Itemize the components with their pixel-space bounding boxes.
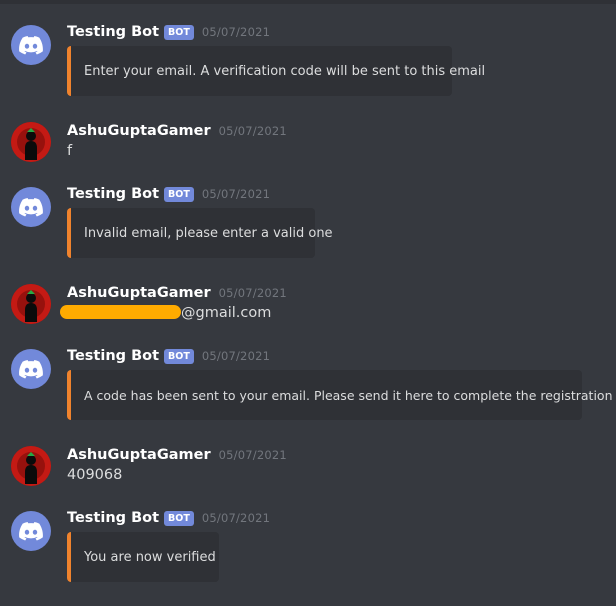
username[interactable]: Testing Bot	[67, 348, 159, 364]
embed-text: A code has been sent to your email. Plea…	[84, 387, 613, 403]
username[interactable]: AshuGuptaGamer	[67, 123, 211, 139]
bot-badge: BOT	[164, 510, 194, 526]
user-avatar-icon[interactable]	[11, 122, 51, 162]
username[interactable]: AshuGuptaGamer	[67, 447, 211, 463]
username[interactable]: Testing Bot	[67, 510, 159, 526]
embed: You are now verified	[67, 532, 219, 582]
username[interactable]: Testing Bot	[67, 186, 159, 202]
message-header: Testing Bot BOT 05/07/2021	[67, 346, 270, 366]
message-header: AshuGuptaGamer 05/07/2021	[67, 445, 287, 465]
message-header: AshuGuptaGamer 05/07/2021	[67, 283, 287, 303]
username[interactable]: AshuGuptaGamer	[67, 285, 211, 301]
username[interactable]: Testing Bot	[67, 24, 159, 40]
bot-badge: BOT	[164, 186, 194, 202]
message-text: 409068	[67, 467, 123, 483]
bot-avatar-icon[interactable]	[11, 187, 51, 227]
bot-avatar-icon[interactable]	[11, 25, 51, 65]
timestamp[interactable]: 05/07/2021	[219, 286, 287, 300]
embed: Enter your email. A verification code wi…	[67, 46, 485, 96]
message-text: f	[67, 143, 73, 159]
bot-avatar-icon[interactable]	[11, 511, 51, 551]
embed: A code has been sent to your email. Plea…	[67, 370, 613, 420]
redaction-mark	[60, 305, 181, 319]
message-header: Testing Bot BOT 05/07/2021	[67, 184, 270, 204]
bot-badge: BOT	[164, 24, 194, 40]
bot-avatar-icon[interactable]	[11, 349, 51, 389]
message-header: Testing Bot BOT 05/07/2021	[67, 22, 270, 42]
message-header: AshuGuptaGamer 05/07/2021	[67, 121, 287, 141]
user-avatar-icon[interactable]	[11, 284, 51, 324]
message-header: Testing Bot BOT 05/07/2021	[67, 508, 270, 528]
embed-text: Enter your email. A verification code wi…	[84, 63, 486, 79]
timestamp[interactable]: 05/07/2021	[202, 349, 270, 363]
message-text: @gmail.com	[60, 305, 272, 321]
timestamp[interactable]: 05/07/2021	[202, 25, 270, 39]
embed-text: You are now verified	[84, 549, 216, 565]
bot-badge: BOT	[164, 348, 194, 364]
user-avatar-icon[interactable]	[11, 446, 51, 486]
embed-text: Invalid email, please enter a valid one	[84, 225, 333, 241]
embed: Invalid email, please enter a valid one	[67, 208, 333, 258]
timestamp[interactable]: 05/07/2021	[219, 448, 287, 462]
timestamp[interactable]: 05/07/2021	[219, 124, 287, 138]
top-divider	[0, 0, 616, 4]
email-domain: @gmail.com	[181, 305, 272, 321]
timestamp[interactable]: 05/07/2021	[202, 511, 270, 525]
timestamp[interactable]: 05/07/2021	[202, 187, 270, 201]
